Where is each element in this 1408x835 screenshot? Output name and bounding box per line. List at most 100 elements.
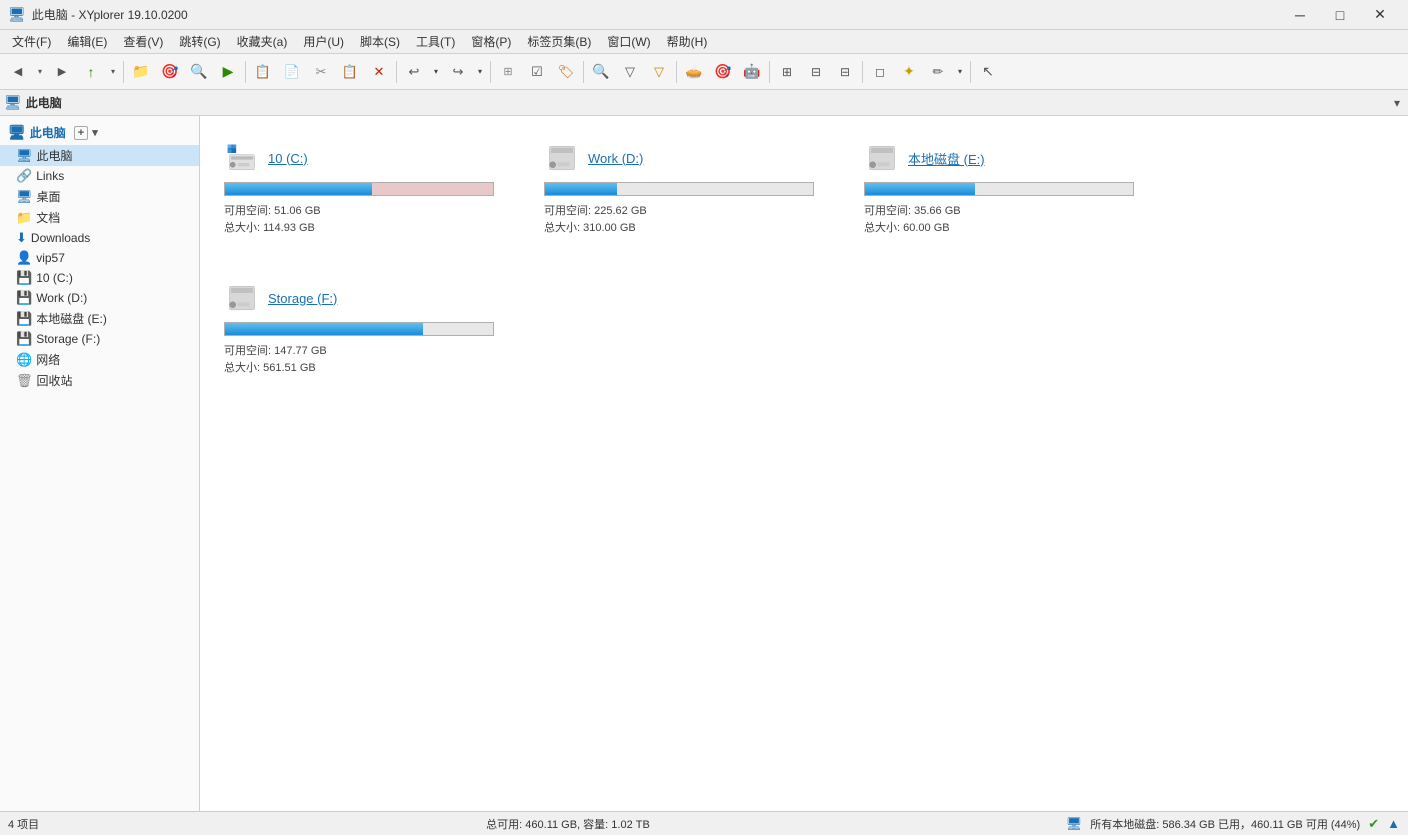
address-dropdown-btn[interactable]: ▾: [1390, 94, 1404, 112]
sidebar-add-btn[interactable]: +: [74, 126, 88, 140]
tb-copy-path[interactable]: 📋: [249, 58, 277, 86]
sidebar-icon-this-pc: 🖥: [16, 148, 33, 164]
tb-search-icon[interactable]: 🔍: [185, 58, 213, 86]
sidebar-label-recycle: 回收站: [37, 372, 73, 389]
tb-target2[interactable]: 🎯: [709, 58, 737, 86]
sidebar-label-network: 网络: [36, 351, 60, 368]
menu-help[interactable]: 帮助(H): [659, 31, 716, 52]
tb-filter[interactable]: ▽: [616, 58, 644, 86]
tb-folder-icon[interactable]: 📁: [127, 58, 155, 86]
drive-free-f: 可用空间: 147.77 GB: [224, 342, 508, 358]
menu-user[interactable]: 用户(U): [295, 31, 352, 52]
sidebar-item-recycle[interactable]: 🗑 回收站: [0, 370, 199, 391]
titlebar-controls: ─ □ ✕: [1280, 0, 1400, 30]
menu-window[interactable]: 窗口(W): [599, 31, 658, 52]
tb-undo-dropdown[interactable]: ▾: [429, 58, 443, 86]
sidebar-item-vip57[interactable]: 👤 vip57: [0, 248, 199, 268]
maximize-button[interactable]: □: [1320, 0, 1360, 30]
tb-cursor[interactable]: ↖: [974, 58, 1002, 86]
drive-card-c[interactable]: 10 (C:) 可用空间: 51.06 GB 总大小: 114.93 GB: [216, 132, 516, 252]
tb-delete[interactable]: ✕: [365, 58, 393, 86]
tb-pen-dropdown[interactable]: ▾: [953, 58, 967, 86]
sidebar-item-this-pc[interactable]: 🖥 此电脑: [0, 145, 199, 166]
tb-star[interactable]: ✦: [895, 58, 923, 86]
sidebar-label-d-drive: Work (D:): [36, 291, 87, 305]
tb-cols[interactable]: ⊟: [831, 58, 859, 86]
tb-square1[interactable]: ◻: [866, 58, 894, 86]
tb-pie[interactable]: 🥧: [680, 58, 708, 86]
minimize-button[interactable]: ─: [1280, 0, 1320, 30]
status-arrow-icon: ▲: [1387, 816, 1400, 831]
tb-grid1[interactable]: ⊞: [494, 58, 522, 86]
sidebar-dropdown-btn[interactable]: ▾: [92, 126, 98, 139]
menu-edit[interactable]: 编辑(E): [59, 31, 115, 52]
sidebar-icon-links: 🔗: [16, 168, 32, 184]
tb-grid3[interactable]: ⊟: [802, 58, 830, 86]
menubar: 文件(F) 编辑(E) 查看(V) 跳转(G) 收藏夹(a) 用户(U) 脚本(…: [0, 30, 1408, 54]
tb-redo-dropdown[interactable]: ▾: [473, 58, 487, 86]
tb-target-icon[interactable]: 🎯: [156, 58, 184, 86]
tb-search2[interactable]: 🔍: [587, 58, 615, 86]
drive-total-c: 总大小: 114.93 GB: [224, 219, 508, 235]
drive-label-f[interactable]: Storage (F:): [268, 291, 337, 306]
forward-button[interactable]: ▶: [48, 58, 76, 86]
sidebar-label-links: Links: [36, 169, 64, 183]
toolbar-sep-4: [490, 61, 491, 83]
menu-goto[interactable]: 跳转(G): [171, 31, 228, 52]
menu-script[interactable]: 脚本(S): [352, 31, 408, 52]
menu-favorites[interactable]: 收藏夹(a): [229, 31, 296, 52]
drive-info-f: 可用空间: 147.77 GB 总大小: 561.51 GB: [224, 342, 508, 375]
tb-pen[interactable]: ✏: [924, 58, 952, 86]
up-dropdown[interactable]: ▾: [106, 58, 120, 86]
tb-cut[interactable]: ✂: [307, 58, 335, 86]
sidebar-item-f-drive[interactable]: 💾 Storage (F:): [0, 329, 199, 349]
up-button[interactable]: ↑: [77, 58, 105, 86]
sidebar-item-desktop[interactable]: 🖥 桌面: [0, 186, 199, 207]
tb-label[interactable]: 🏷: [552, 58, 580, 86]
sidebar-item-documents[interactable]: 📁 文档: [0, 207, 199, 228]
close-button[interactable]: ✕: [1360, 0, 1400, 30]
menu-view[interactable]: 查看(V): [115, 31, 171, 52]
tb-new-file[interactable]: 📄: [278, 58, 306, 86]
tb-copy[interactable]: 📋: [336, 58, 364, 86]
tb-redo[interactable]: ↪: [444, 58, 472, 86]
toolbar-sep-2: [245, 61, 246, 83]
tb-play-icon[interactable]: ▶: [214, 58, 242, 86]
sidebar-item-network[interactable]: 🌐 网络: [0, 349, 199, 370]
toolbar: ◀ ▾ ▶ ↑ ▾ 📁 🎯 🔍 ▶ 📋 📄 ✂ 📋 ✕ ↩ ▾ ↪ ▾ ⊞ ☑ …: [0, 54, 1408, 90]
drive-card-f[interactable]: Storage (F:) 可用空间: 147.77 GB 总大小: 561.51…: [216, 272, 516, 392]
toolbar-sep-9: [970, 61, 971, 83]
main-area: 🖥 此电脑 + ▾ 🖥 此电脑 🔗 Links 🖥 桌面 📁 文档 ⬇ Down…: [0, 116, 1408, 811]
hdd-icon: 🖥: [1066, 816, 1083, 832]
tb-android[interactable]: 🤖: [738, 58, 766, 86]
sidebar-item-e-drive[interactable]: 💾 本地磁盘 (E:): [0, 308, 199, 329]
sidebar-icon-f-drive: 💾: [16, 331, 32, 347]
sidebar-item-downloads[interactable]: ⬇ Downloads: [0, 228, 199, 248]
sidebar-item-d-drive[interactable]: 💾 Work (D:): [0, 288, 199, 308]
tb-filter2[interactable]: ▽: [645, 58, 673, 86]
drive-label-e[interactable]: 本地磁盘 (E:): [908, 149, 985, 168]
content-area: 10 (C:) 可用空间: 51.06 GB 总大小: 114.93 GB: [200, 116, 1408, 811]
sidebar-header[interactable]: 🖥 此电脑 + ▾: [0, 120, 199, 145]
sidebar-label-downloads: Downloads: [31, 231, 90, 245]
back-dropdown[interactable]: ▾: [33, 58, 47, 86]
drive-header-d: Work (D:): [544, 140, 828, 176]
sidebar-item-c-drive[interactable]: 💾 10 (C:): [0, 268, 199, 288]
statusbar-hdd-info: 🖥 所有本地磁盘: 586.34 GB 已用，460.11 GB 可用 (44%…: [856, 816, 1400, 832]
sidebar-icon-d-drive: 💾: [16, 290, 32, 306]
drive-label-c[interactable]: 10 (C:): [268, 151, 308, 166]
drive-card-d[interactable]: Work (D:) 可用空间: 225.62 GB 总大小: 310.00 GB: [536, 132, 836, 252]
menu-file[interactable]: 文件(F): [4, 31, 59, 52]
drive-card-e[interactable]: 本地磁盘 (E:) 可用空间: 35.66 GB 总大小: 60.00 GB: [856, 132, 1156, 252]
back-button[interactable]: ◀: [4, 58, 32, 86]
menu-tabs[interactable]: 标签页集(B): [519, 31, 599, 52]
tb-check[interactable]: ☑: [523, 58, 551, 86]
menu-pane[interactable]: 窗格(P): [463, 31, 519, 52]
sidebar-icon-network: 🌐: [16, 352, 32, 368]
sidebar-item-links[interactable]: 🔗 Links: [0, 166, 199, 186]
tb-grid2[interactable]: ⊞: [773, 58, 801, 86]
drive-label-d[interactable]: Work (D:): [588, 151, 643, 166]
tb-undo[interactable]: ↩: [400, 58, 428, 86]
menu-tools[interactable]: 工具(T): [408, 31, 463, 52]
sidebar-label-vip57: vip57: [36, 251, 65, 265]
